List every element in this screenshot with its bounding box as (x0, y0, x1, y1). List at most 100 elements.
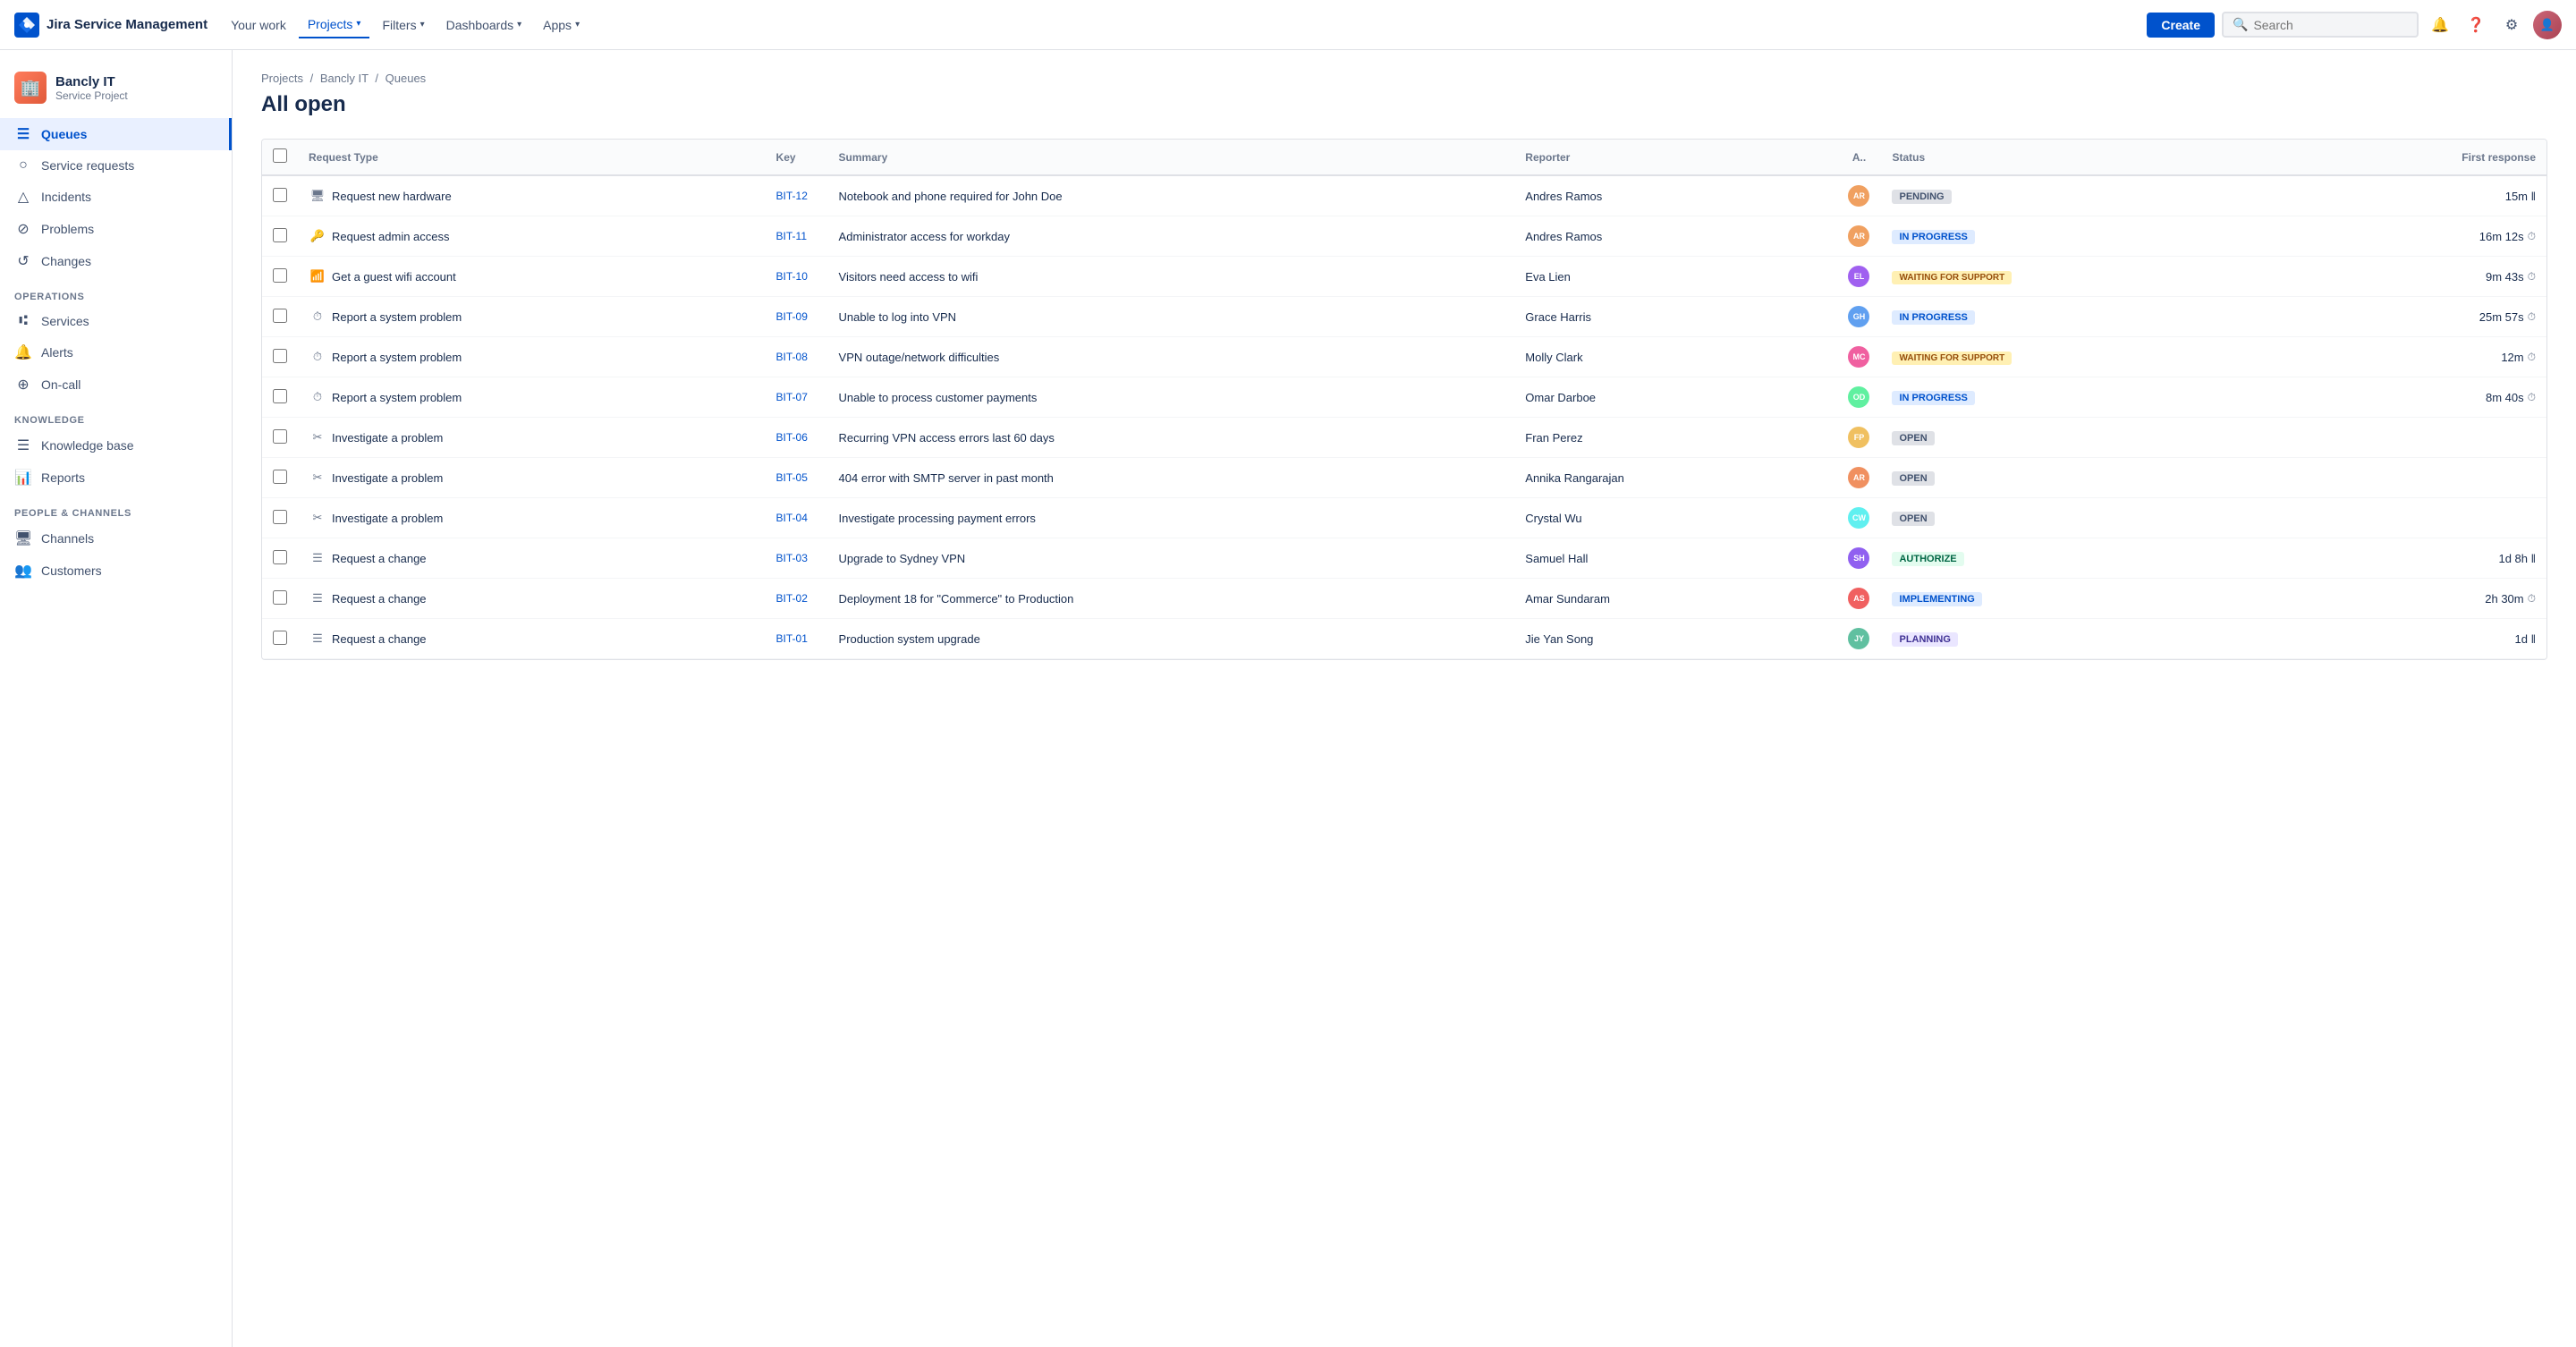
req-type-label-4: Report a system problem (332, 351, 462, 364)
row-checkbox-1[interactable] (273, 228, 287, 242)
apps-chevron-icon: ▾ (575, 20, 580, 30)
row-checkbox-0[interactable] (273, 188, 287, 202)
sidebar-item-queues[interactable]: ☰ Queues (0, 118, 232, 150)
row-checkbox-6[interactable] (273, 429, 287, 444)
nav-your-work[interactable]: Your work (222, 13, 295, 38)
row-key-9[interactable]: BIT-03 (766, 538, 828, 579)
status-badge-0: PENDING (1892, 190, 1951, 204)
row-checkbox-cell-3[interactable] (262, 297, 298, 337)
col-select-all[interactable] (262, 140, 298, 175)
row-checkbox-cell-1[interactable] (262, 216, 298, 257)
nav-filters[interactable]: Filters ▾ (373, 13, 433, 38)
row-checkbox-10[interactable] (273, 590, 287, 605)
row-first-response-3: 25m 57s ⏱ (2259, 297, 2546, 337)
app-logo[interactable]: Jira Service Management (14, 13, 208, 38)
sidebar-item-channels[interactable]: 🖥 Channels (0, 522, 232, 555)
settings-button[interactable]: ⚙ (2497, 11, 2526, 39)
row-summary-1[interactable]: Administrator access for workday (828, 216, 1515, 257)
row-summary-11[interactable]: Production system upgrade (828, 619, 1515, 659)
sidebar-item-services[interactable]: ⑆ Services (0, 306, 232, 336)
row-summary-7[interactable]: 404 error with SMTP server in past month (828, 458, 1515, 498)
row-summary-5[interactable]: Unable to process customer payments (828, 377, 1515, 418)
table-row: 📶 Get a guest wifi account BIT-10 Visito… (262, 257, 2546, 297)
row-checkbox-cell-5[interactable] (262, 377, 298, 418)
row-summary-2[interactable]: Visitors need access to wifi (828, 257, 1515, 297)
row-summary-0[interactable]: Notebook and phone required for John Doe (828, 175, 1515, 216)
breadcrumb-projects[interactable]: Projects (261, 72, 303, 85)
row-summary-8[interactable]: Investigate processing payment errors (828, 498, 1515, 538)
row-key-7[interactable]: BIT-05 (766, 458, 828, 498)
create-button[interactable]: Create (2147, 13, 2215, 38)
row-key-3[interactable]: BIT-09 (766, 297, 828, 337)
status-badge-1: IN PROGRESS (1892, 230, 1974, 244)
row-key-11[interactable]: BIT-01 (766, 619, 828, 659)
row-summary-3[interactable]: Unable to log into VPN (828, 297, 1515, 337)
sidebar-item-customers[interactable]: 👥 Customers (0, 555, 232, 587)
sidebar-item-problems[interactable]: ⊘ Problems (0, 213, 232, 245)
sidebar-item-service-requests[interactable]: ○ Service requests (0, 150, 232, 181)
row-checkbox-2[interactable] (273, 268, 287, 283)
row-checkbox-cell-6[interactable] (262, 418, 298, 458)
row-key-4[interactable]: BIT-08 (766, 337, 828, 377)
row-checkbox-cell-10[interactable] (262, 579, 298, 619)
app-layout: 🏢 Bancly IT Service Project ☰ Queues ○ S… (0, 50, 2576, 1347)
user-avatar[interactable]: 👤 (2533, 11, 2562, 39)
row-first-response-11: 1d ‖ (2259, 619, 2546, 659)
search-input[interactable] (2253, 18, 2408, 32)
sidebar: 🏢 Bancly IT Service Project ☰ Queues ○ S… (0, 50, 233, 1347)
row-key-10[interactable]: BIT-02 (766, 579, 828, 619)
first-response-value-11: 1d ‖ (2515, 632, 2536, 646)
first-response-value-10: 2h 30m ⏱ (2485, 592, 2536, 606)
search-box[interactable]: 🔍 (2222, 12, 2419, 38)
row-checkbox-4[interactable] (273, 349, 287, 363)
row-checkbox-8[interactable] (273, 510, 287, 524)
row-checkbox-3[interactable] (273, 309, 287, 323)
row-summary-10[interactable]: Deployment 18 for "Commerce" to Producti… (828, 579, 1515, 619)
row-key-2[interactable]: BIT-10 (766, 257, 828, 297)
first-response-value-1: 16m 12s ⏱ (2479, 230, 2536, 243)
row-checkbox-cell-11[interactable] (262, 619, 298, 659)
breadcrumb-queues[interactable]: Queues (386, 72, 427, 85)
row-key-5[interactable]: BIT-07 (766, 377, 828, 418)
row-summary-9[interactable]: Upgrade to Sydney VPN (828, 538, 1515, 579)
select-all-checkbox[interactable] (273, 148, 287, 163)
row-req-type-6: ✂ Investigate a problem (298, 418, 766, 458)
nav-apps[interactable]: Apps ▾ (534, 13, 589, 38)
row-checkbox-cell-9[interactable] (262, 538, 298, 579)
status-badge-2: WAITING FOR SUPPORT (1892, 271, 2012, 284)
sidebar-item-reports[interactable]: 📊 Reports (0, 462, 232, 494)
row-checkbox-9[interactable] (273, 550, 287, 564)
row-key-1[interactable]: BIT-11 (766, 216, 828, 257)
nav-dashboards[interactable]: Dashboards ▾ (437, 13, 531, 38)
sidebar-item-alerts[interactable]: 🔔 Alerts (0, 336, 232, 369)
row-checkbox-cell-4[interactable] (262, 337, 298, 377)
row-reporter-9: Samuel Hall (1514, 538, 1836, 579)
table-row: ✂ Investigate a problem BIT-05 404 error… (262, 458, 2546, 498)
row-key-0[interactable]: BIT-12 (766, 175, 828, 216)
row-checkbox-7[interactable] (273, 470, 287, 484)
nav-projects[interactable]: Projects ▾ (299, 12, 370, 38)
row-checkbox-cell-0[interactable] (262, 175, 298, 216)
sidebar-item-knowledge-base[interactable]: ☰ Knowledge base (0, 429, 232, 462)
row-req-type-1: 🔑 Request admin access (298, 216, 766, 257)
row-checkbox-cell-2[interactable] (262, 257, 298, 297)
row-key-8[interactable]: BIT-04 (766, 498, 828, 538)
row-summary-6[interactable]: Recurring VPN access errors last 60 days (828, 418, 1515, 458)
row-key-6[interactable]: BIT-06 (766, 418, 828, 458)
people-section-label: PEOPLE & CHANNELS (0, 494, 232, 522)
row-checkbox-cell-7[interactable] (262, 458, 298, 498)
sidebar-item-incidents[interactable]: △ Incidents (0, 181, 232, 213)
req-type-icon-11: ☰ (309, 630, 326, 648)
row-summary-4[interactable]: VPN outage/network difficulties (828, 337, 1515, 377)
table-header: Request Type Key Summary Reporter A.. St… (262, 140, 2546, 175)
sidebar-item-oncall[interactable]: ⊕ On-call (0, 369, 232, 401)
row-assignee-0: AR (1836, 176, 1881, 216)
service-requests-icon: ○ (14, 157, 32, 174)
sidebar-item-changes[interactable]: ↺ Changes (0, 245, 232, 277)
help-button[interactable]: ❓ (2462, 11, 2490, 39)
breadcrumb-bancly-it[interactable]: Bancly IT (320, 72, 369, 85)
row-checkbox-5[interactable] (273, 389, 287, 403)
notifications-button[interactable]: 🔔 (2426, 11, 2454, 39)
row-checkbox-cell-8[interactable] (262, 498, 298, 538)
row-checkbox-11[interactable] (273, 631, 287, 645)
